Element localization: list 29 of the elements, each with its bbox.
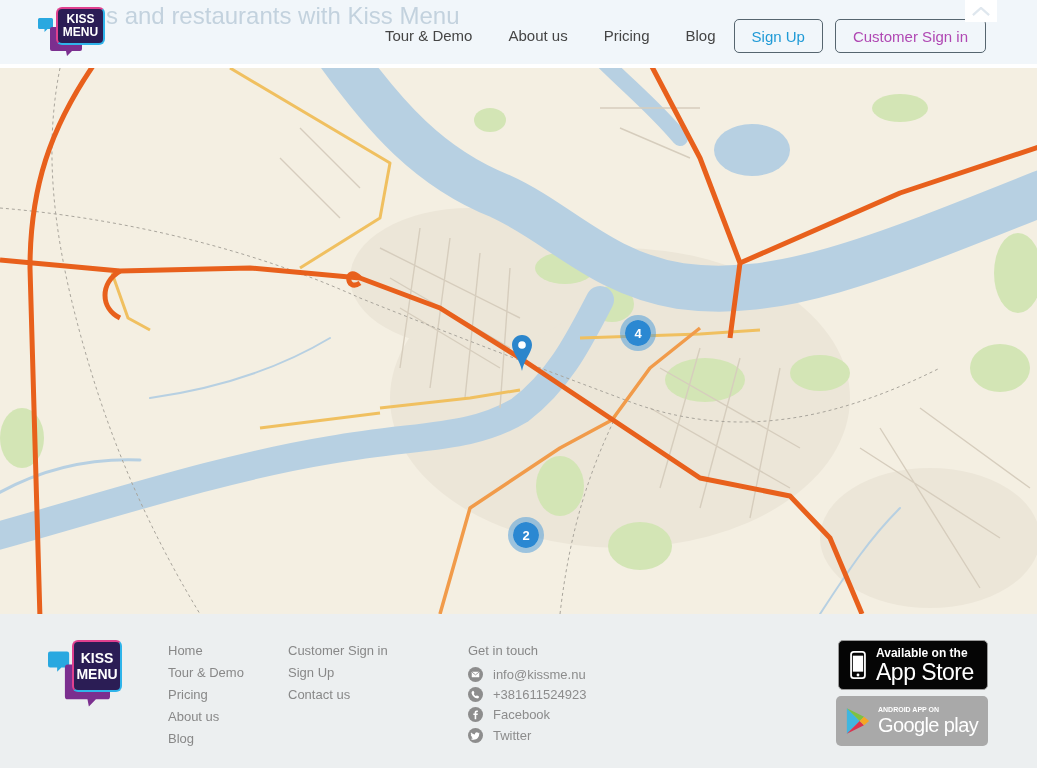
phone-link[interactable]: +381611524923 xyxy=(493,687,587,703)
logo-wordmark[interactable]: KISS MENU xyxy=(56,7,105,45)
nav-link[interactable]: Blog xyxy=(685,28,716,44)
app-store-badge[interactable]: Available on the App Store xyxy=(838,640,988,690)
footer-link[interactable]: Home xyxy=(168,640,203,662)
nav-link[interactable]: Pricing xyxy=(603,28,650,44)
footer-link[interactable]: Sign Up xyxy=(288,662,335,684)
bird-icon xyxy=(468,727,483,743)
phone-icon xyxy=(468,687,483,703)
footer-link[interactable]: Customer Sign in xyxy=(288,640,388,662)
nav-link[interactable]: Tour & Demo xyxy=(384,28,473,44)
footer-link[interactable]: Pricing xyxy=(168,684,208,706)
phone-icon xyxy=(850,650,866,680)
map-pin-icon[interactable] xyxy=(511,334,533,372)
envelope-icon xyxy=(468,666,483,682)
logo-wordmark[interactable]: KISS MENU xyxy=(72,640,122,692)
contact-heading: Get in touch xyxy=(468,642,539,660)
footer-link[interactable]: Tour & Demo xyxy=(168,662,244,684)
facebook-icon xyxy=(468,707,483,723)
social-link[interactable]: Facebook xyxy=(493,707,551,723)
footer-link[interactable]: Blog xyxy=(168,728,195,750)
play-triangle-icon xyxy=(846,706,870,736)
nav-link[interactable]: About us xyxy=(508,28,568,44)
email-link[interactable]: info@kissme.nu xyxy=(493,666,586,682)
sign-up-button[interactable]: Sign Up xyxy=(733,19,823,53)
footer-link[interactable]: About us xyxy=(168,706,220,728)
social-link[interactable]: Twitter xyxy=(493,727,532,743)
footer-link[interactable]: Contact us xyxy=(288,684,351,706)
chevron-up-icon xyxy=(972,6,990,16)
